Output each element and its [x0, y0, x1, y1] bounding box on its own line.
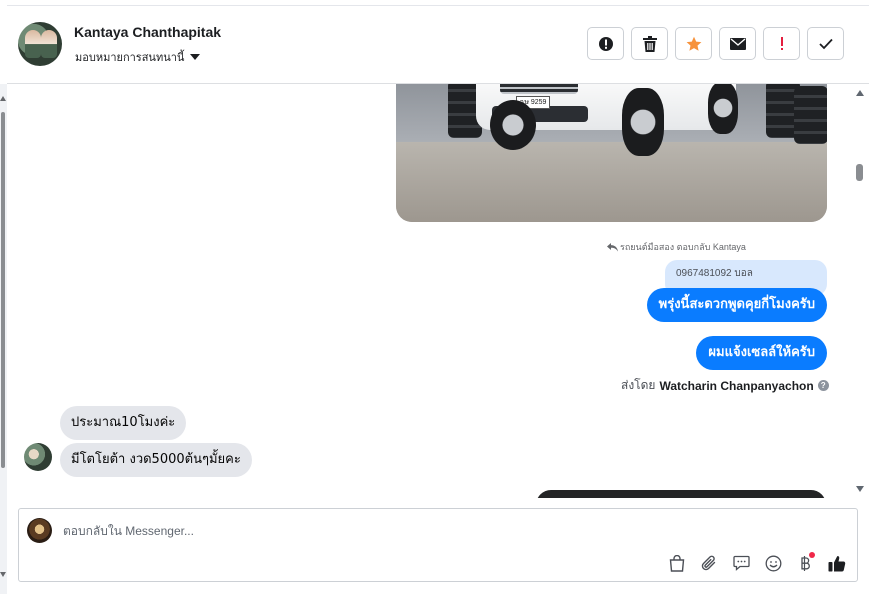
shop-button[interactable] — [666, 552, 688, 574]
reply-arrow-icon — [607, 242, 618, 251]
incoming-message[interactable]: ประมาณ10โมงค่ะ — [60, 406, 187, 440]
composer-toolbar — [666, 552, 848, 574]
exclamation-icon — [780, 36, 783, 50]
conversation-actions — [587, 27, 844, 60]
scroll-up-arrow-icon[interactable] — [856, 90, 864, 96]
scroll-up-arrow-icon[interactable] — [0, 96, 6, 101]
attachment-icon — [701, 555, 715, 570]
star-button[interactable] — [675, 27, 712, 60]
scroll-down-arrow-icon[interactable] — [0, 572, 6, 577]
sent-by-prefix: ส่งโดย — [621, 378, 656, 392]
outgoing-message[interactable]: พรุ่งนี้สะดวกพูดคุยกี่โมงครับ — [646, 288, 827, 322]
info-icon[interactable]: ? — [817, 380, 829, 391]
emoji-icon — [765, 555, 781, 571]
star-icon — [686, 36, 701, 51]
shared-car-photo[interactable]: ฉษ 9259 — [396, 84, 827, 222]
scrollbar-thumb[interactable] — [856, 164, 863, 181]
like-icon — [828, 555, 846, 572]
assign-label: มอบหมายการสนทนานี้ — [75, 52, 185, 64]
messenger-conversation-view: Kantaya Chanthapitak มอบหมายการสนทนานี้ — [0, 0, 869, 594]
thread-scrollbar[interactable] — [853, 84, 867, 498]
envelope-icon — [729, 37, 746, 50]
emoji-button[interactable] — [762, 552, 784, 574]
check-icon — [818, 38, 833, 49]
reply-context: รถยนต์มือสอง ตอบกลับ Kantaya — [607, 240, 746, 254]
left-scrollbar[interactable] — [0, 84, 7, 594]
delete-button[interactable] — [631, 27, 668, 60]
message-thread[interactable]: ฉษ 9259 รถยนต์มือสอง ตอบกลับ Kantaya 096… — [7, 84, 869, 498]
follow-up-button[interactable] — [763, 27, 800, 60]
saved-reply-icon — [732, 555, 750, 571]
page-avatar — [27, 518, 52, 543]
mark-done-button[interactable] — [807, 27, 844, 60]
notification-dot — [809, 552, 815, 558]
contact-name[interactable]: Kantaya Chanthapitak — [74, 24, 221, 40]
reply-composer — [18, 508, 858, 582]
saved-replies-button[interactable] — [730, 552, 752, 574]
conversation-header: Kantaya Chanthapitak มอบหมายการสนทนานี้ — [7, 5, 869, 84]
alert-circle-icon — [598, 36, 613, 51]
caret-down-icon — [190, 54, 201, 60]
like-button[interactable] — [826, 552, 848, 574]
partial-message-bubble[interactable] — [536, 490, 826, 498]
payment-button[interactable] — [794, 552, 816, 574]
spam-button[interactable] — [587, 27, 624, 60]
attach-file-button[interactable] — [698, 552, 720, 574]
scroll-down-arrow-icon[interactable] — [856, 486, 864, 492]
trash-icon — [642, 35, 657, 52]
sent-by-name: Watcharin Chanpanyachon — [659, 378, 814, 393]
assign-conversation-dropdown[interactable]: มอบหมายการสนทนานี้ — [75, 48, 201, 66]
contact-avatar[interactable] — [18, 22, 62, 66]
reply-input[interactable] — [63, 523, 663, 539]
outgoing-message[interactable]: ผมแจ้งเซลล์ให้ครับ — [696, 336, 827, 370]
mark-unread-button[interactable] — [719, 27, 756, 60]
incoming-message[interactable]: มีโตโยต้า งวด5000ต้นๆมั้ยคะ — [60, 443, 252, 477]
contact-avatar-small[interactable] — [24, 443, 52, 471]
reply-context-text: รถยนต์มือสอง ตอบกลับ Kantaya — [620, 242, 746, 252]
sent-by-info: ส่งโดย Watcharin Chanpanyachon ? — [621, 376, 829, 395]
scrollbar-thumb[interactable] — [1, 112, 5, 468]
bag-icon — [669, 554, 685, 572]
